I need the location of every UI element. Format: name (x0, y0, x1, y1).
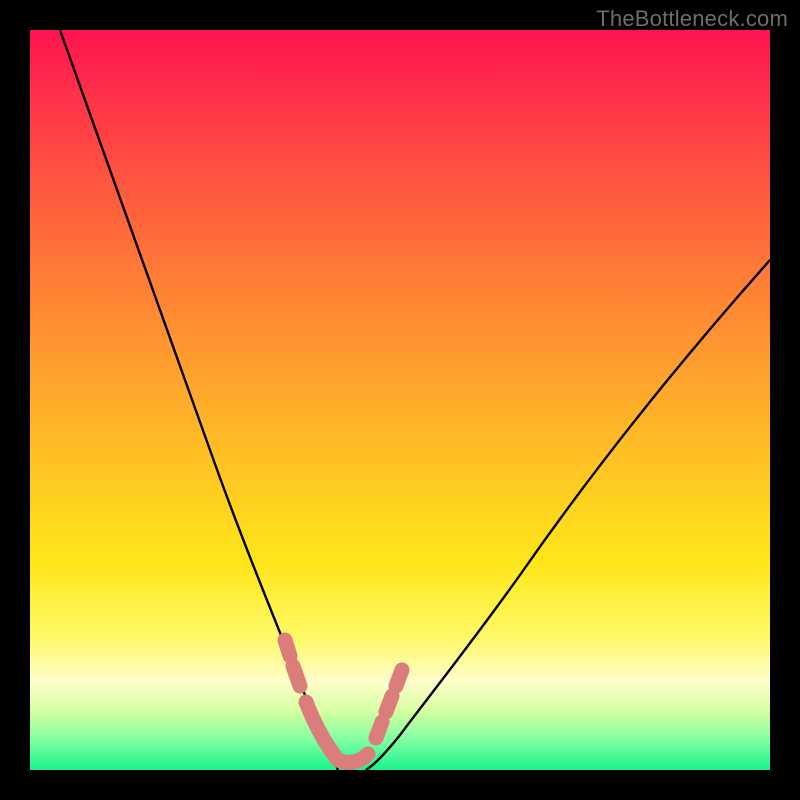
pink-right-dot-lower (376, 722, 382, 738)
chart-svg (30, 30, 770, 770)
pink-left-long (306, 702, 368, 762)
chart-frame (30, 30, 770, 770)
pink-left-dot-lower (293, 666, 300, 686)
pink-right-dot-mid (386, 696, 392, 712)
right-curve (366, 260, 770, 770)
pink-right-dot-upper (396, 670, 402, 686)
pink-left-dot-upper (285, 640, 290, 656)
watermark-text: TheBottleneck.com (596, 6, 788, 32)
